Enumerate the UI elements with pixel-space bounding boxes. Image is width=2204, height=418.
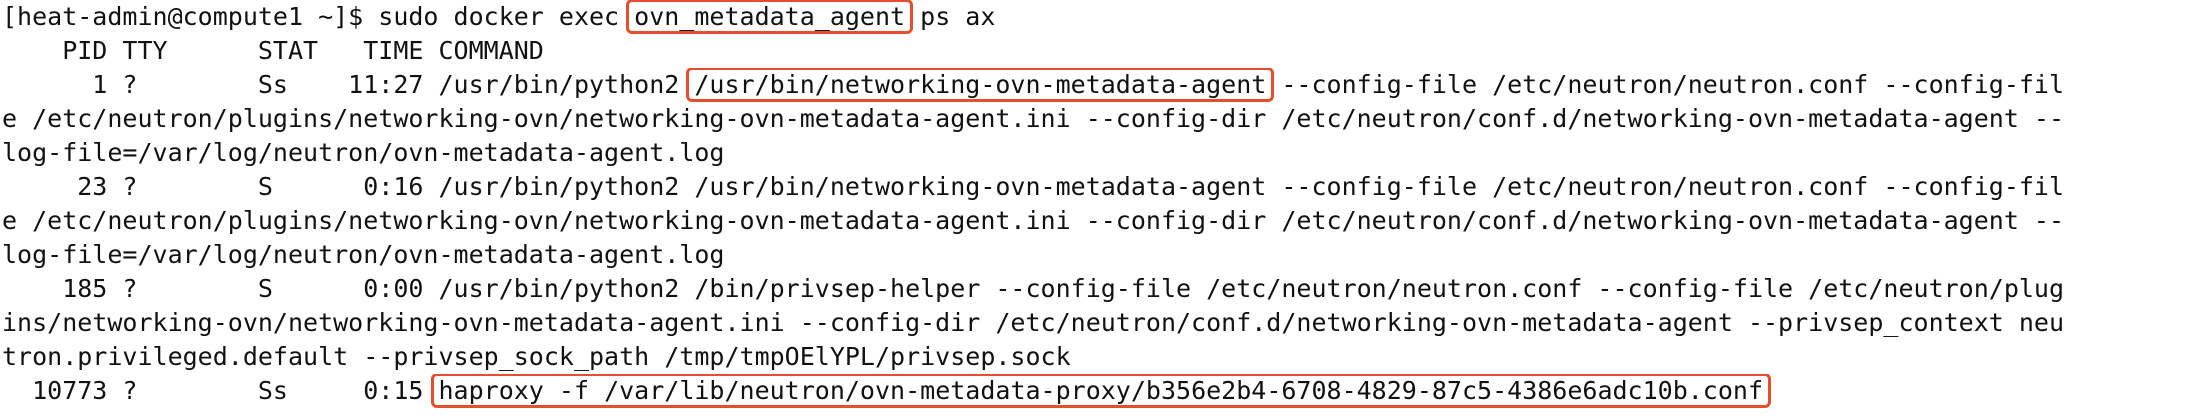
terminal-line: ins/networking-ovn/networking-ovn-metada…: [2, 306, 2204, 340]
terminal-line: 23 ? S 0:16 /usr/bin/python2 /usr/bin/ne…: [2, 170, 2204, 204]
terminal-text: log-file=/var/log/neutron/ovn-metadata-a…: [2, 138, 725, 167]
terminal-text: ins/networking-ovn/networking-ovn-metada…: [2, 308, 2065, 337]
terminal-text: PID TTY STAT TIME COMMAND: [2, 36, 544, 65]
terminal-line: log-file=/var/log/neutron/ovn-metadata-a…: [2, 136, 2204, 170]
terminal-line: [heat-admin@compute1 ~]$ sudo docker exe…: [2, 0, 2204, 34]
terminal-text: e /etc/neutron/plugins/networking-ovn/ne…: [2, 104, 2065, 133]
terminal-line: e /etc/neutron/plugins/networking-ovn/ne…: [2, 102, 2204, 136]
highlighted-text: /usr/bin/networking-ovn-metadata-agent: [686, 68, 1275, 102]
terminal-text: tron.privileged.default --privsep_sock_p…: [2, 342, 1071, 371]
terminal-line: e /etc/neutron/plugins/networking-ovn/ne…: [2, 204, 2204, 238]
terminal-line: tron.privileged.default --privsep_sock_p…: [2, 340, 2204, 374]
terminal-line: 1 ? Ss 11:27 /usr/bin/python2 /usr/bin/n…: [2, 68, 2204, 102]
terminal-text: e /etc/neutron/plugins/networking-ovn/ne…: [2, 206, 2065, 235]
terminal-text: 10773 ? Ss 0:15: [2, 376, 439, 405]
terminal-text: --config-file /etc/neutron/neutron.conf …: [1266, 70, 2065, 99]
terminal-text: log-file=/var/log/neutron/ovn-metadata-a…: [2, 240, 725, 269]
terminal-text: 23 ? S 0:16 /usr/bin/python2 /usr/bin/ne…: [2, 172, 2065, 201]
terminal-line: 185 ? S 0:00 /usr/bin/python2 /bin/privs…: [2, 272, 2204, 306]
terminal-text: 1 ? Ss 11:27 /usr/bin/python2: [2, 70, 695, 99]
terminal-line: PID TTY STAT TIME COMMAND: [2, 34, 2204, 68]
terminal-output: [heat-admin@compute1 ~]$ sudo docker exe…: [2, 0, 2204, 408]
terminal-line: 10773 ? Ss 0:15 haproxy -f /var/lib/neut…: [2, 374, 2204, 408]
terminal-line: log-file=/var/log/neutron/ovn-metadata-a…: [2, 238, 2204, 272]
terminal-text: ps ax: [905, 2, 996, 31]
terminal-text: [heat-admin@compute1 ~]$ sudo docker exe…: [2, 2, 635, 31]
terminal-text: 185 ? S 0:00 /usr/bin/python2 /bin/privs…: [2, 274, 2065, 303]
highlighted-text: haproxy -f /var/lib/neutron/ovn-metadata…: [430, 374, 1772, 408]
highlighted-text: ovn_metadata_agent: [626, 0, 914, 34]
terminal-window[interactable]: [heat-admin@compute1 ~]$ sudo docker exe…: [0, 0, 2204, 418]
